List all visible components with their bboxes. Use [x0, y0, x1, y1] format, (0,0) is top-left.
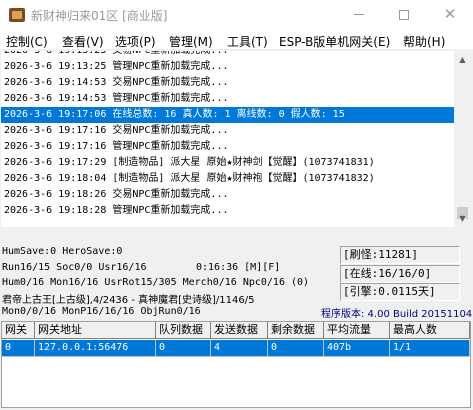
program-version: 程序版本: 4.00 Build 20151104 [321, 309, 473, 320]
app-icon [9, 8, 25, 22]
status-counters: Hum0/16 Mon16/16 UsrRot15/305 Merch0/16 … [2, 277, 310, 288]
cell-queue[interactable]: 0 [156, 340, 211, 357]
minimize-button[interactable] [336, 0, 382, 30]
status-monsters: Mon0/0/16 MonP16/16/16 ObjRun0/16 [2, 306, 201, 317]
maximize-button[interactable] [381, 0, 427, 30]
scroll-up-icon[interactable]: ▲ [454, 51, 471, 68]
log-line[interactable]: 2026-3-6 19:18:04 [制造物品] 派大星 原始★财神袍【觉醒】(… [1, 171, 454, 187]
status-panel: HumSave:0 HeroSave:0 Run16/15 Soc0/0 Usr… [0, 244, 473, 320]
cell-avg-traffic[interactable]: 407b [324, 340, 390, 357]
col-address[interactable]: 网关地址 [35, 322, 156, 339]
close-button[interactable]: ✕ [427, 0, 473, 30]
log-line[interactable]: 2026-3-6 19:18:28 管理NPC重新加载完成... [1, 203, 454, 219]
status-uptime: 0:16:36 [M][F] [196, 262, 281, 273]
cell-remaining[interactable]: 0 [268, 340, 324, 357]
panel-splitter[interactable] [0, 227, 473, 244]
menu-manage[interactable]: 管理(M) [169, 33, 213, 50]
col-queue[interactable]: 队列数据 [156, 322, 211, 339]
log-line[interactable]: 2026-3-6 19:17:29 [制造物品] 派大星 原始★财神剑【觉醒】(… [1, 155, 454, 171]
status-run: Run16/15 Soc0/0 Usr16/16 [2, 262, 147, 273]
engine-rate: [引擎:0.0115天] [340, 283, 460, 301]
log-line[interactable]: 2026-3-6 19:13:25 交易NPC重新加载完成... [1, 51, 454, 59]
menu-bar: 控制(C) 查看(V) 选项(P) 管理(M) 工具(T) ESP-B版单机网关… [0, 30, 473, 50]
menu-options[interactable]: 选项(P) [115, 33, 156, 50]
menu-help[interactable]: 帮助(H) [403, 33, 445, 50]
log-scrollbar[interactable]: ▲ ▼ [454, 51, 471, 227]
maximize-icon [399, 9, 409, 20]
col-avg-traffic[interactable]: 平均流量 [324, 322, 390, 339]
cell-max-users[interactable]: 1/1 [390, 340, 470, 357]
status-save: HumSave:0 HeroSave:0 [2, 246, 123, 257]
menu-esp-gateway[interactable]: ESP-B版单机网关(E) [279, 33, 390, 50]
status-boss: 君帝上古王[上古级],4/2436 - 真神魔君[史诗级]/1146/5 [2, 295, 255, 306]
cell-gateway[interactable]: 0 [2, 340, 35, 357]
scroll-down-icon[interactable]: ▼ [454, 210, 471, 227]
log-panel[interactable]: 2026-3-6 19:13:25 交易NPC重新加载完成... 2026-3-… [1, 51, 454, 227]
cell-sent[interactable]: 4 [211, 340, 268, 357]
close-icon: ✕ [443, 5, 457, 23]
window-title: 新财神归来01区 [商业版] [31, 9, 168, 23]
log-line[interactable]: 2026-3-6 19:17:16 管理NPC重新加载完成... [1, 139, 454, 155]
log-line[interactable]: 2026-3-6 19:17:16 交易NPC重新加载完成... [1, 123, 454, 139]
log-line-selected[interactable]: 2026-3-6 19:17:06 在线总数: 16 真人数: 1 离线数: 0… [1, 107, 454, 123]
log-line[interactable]: 2026-3-6 19:14:53 管理NPC重新加载完成... [1, 91, 454, 107]
col-gateway[interactable]: 网关 [2, 322, 35, 339]
refresh-count: [刷怪:11281] [340, 246, 460, 264]
col-max-users[interactable]: 最高人数 [390, 322, 470, 339]
log-line[interactable]: 2026-3-6 19:18:26 交易NPC重新加载完成... [1, 187, 454, 203]
log-line[interactable]: 2026-3-6 19:13:25 管理NPC重新加载完成... [1, 59, 454, 75]
log-line[interactable]: 2026-3-6 19:14:53 交易NPC重新加载完成... [1, 75, 454, 91]
minimize-icon [354, 14, 364, 15]
menu-view[interactable]: 查看(V) [62, 33, 104, 50]
online-count: [在线:16/16/0] [340, 265, 460, 283]
gateway-table: 网关 网关地址 队列数据 发送数据 剩余数据 平均流量 最高人数 0 127.0… [1, 321, 471, 408]
col-sent[interactable]: 发送数据 [211, 322, 268, 339]
cell-address[interactable]: 127.0.0.1:56476 [35, 340, 156, 357]
menu-control[interactable]: 控制(C) [6, 33, 48, 50]
title-bar: 新财神归来01区 [商业版] ✕ [0, 0, 473, 30]
menu-tools[interactable]: 工具(T) [227, 33, 268, 50]
col-remaining[interactable]: 剩余数据 [268, 322, 324, 339]
